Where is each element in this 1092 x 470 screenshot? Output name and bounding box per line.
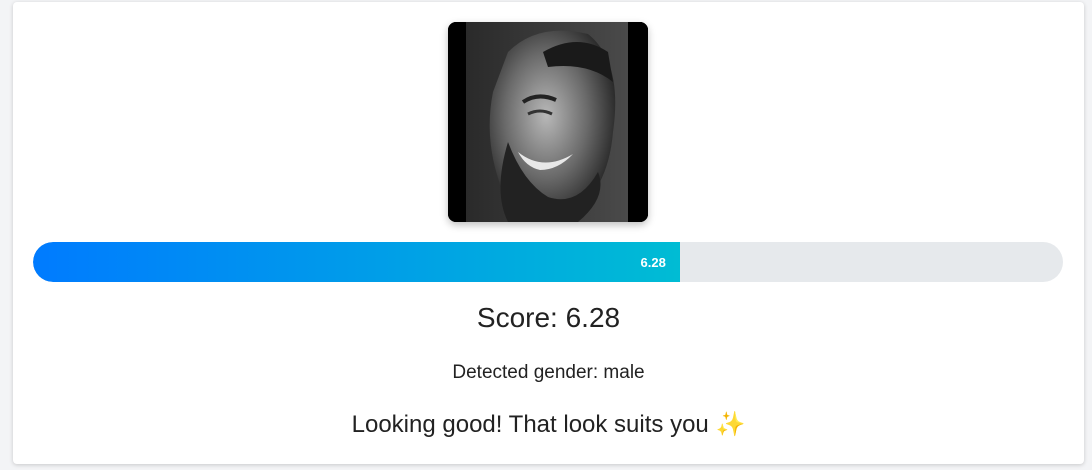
detected-gender-text: Detected gender: male — [452, 362, 645, 383]
face-photo — [448, 22, 648, 222]
score-progress-fill: 6.28 — [33, 242, 680, 282]
feedback-message: Looking good! That look suits you ✨ — [13, 410, 1084, 439]
score-progress-label: 6.28 — [640, 254, 666, 270]
sparkles-icon: ✨ — [715, 411, 746, 438]
score-text: Score: 6.28 — [476, 302, 621, 333]
face-photo-image — [448, 22, 648, 222]
result-card: 6.28 Score: 6.28 Detected gender: male L… — [13, 2, 1084, 464]
feedback-message-text: Looking good! That look suits you — [351, 411, 709, 438]
score-progress-bar: 6.28 — [33, 242, 1063, 282]
